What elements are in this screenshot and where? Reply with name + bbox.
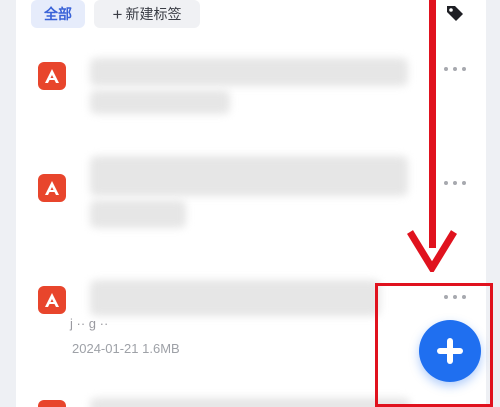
pdf-icon <box>38 400 66 407</box>
file-date: 2024-01-21 <box>72 341 139 356</box>
file-title-fragment: j ·· g ·· <box>70 316 109 331</box>
file-title-redacted <box>90 58 408 86</box>
file-meta: 2024-01-21 1.6MB <box>72 341 180 356</box>
pdf-icon <box>38 174 66 202</box>
tag-all-chip[interactable]: 全部 <box>31 0 85 28</box>
new-tag-label: 新建标签 <box>125 6 182 22</box>
pdf-icon <box>38 286 66 314</box>
file-title-redacted <box>90 280 380 316</box>
annotation-arrow <box>407 0 457 272</box>
file-title-redacted <box>90 398 410 407</box>
pdf-icon <box>38 62 66 90</box>
file-meta-redacted <box>90 90 230 114</box>
plus-icon <box>437 338 463 364</box>
file-meta-redacted <box>90 200 186 228</box>
new-tag-button[interactable]: + 新建标签 <box>94 0 200 28</box>
file-size: 1.6MB <box>142 341 180 356</box>
add-file-button[interactable] <box>419 320 481 382</box>
plus-icon: + <box>112 5 123 24</box>
file-title-redacted <box>90 156 408 196</box>
